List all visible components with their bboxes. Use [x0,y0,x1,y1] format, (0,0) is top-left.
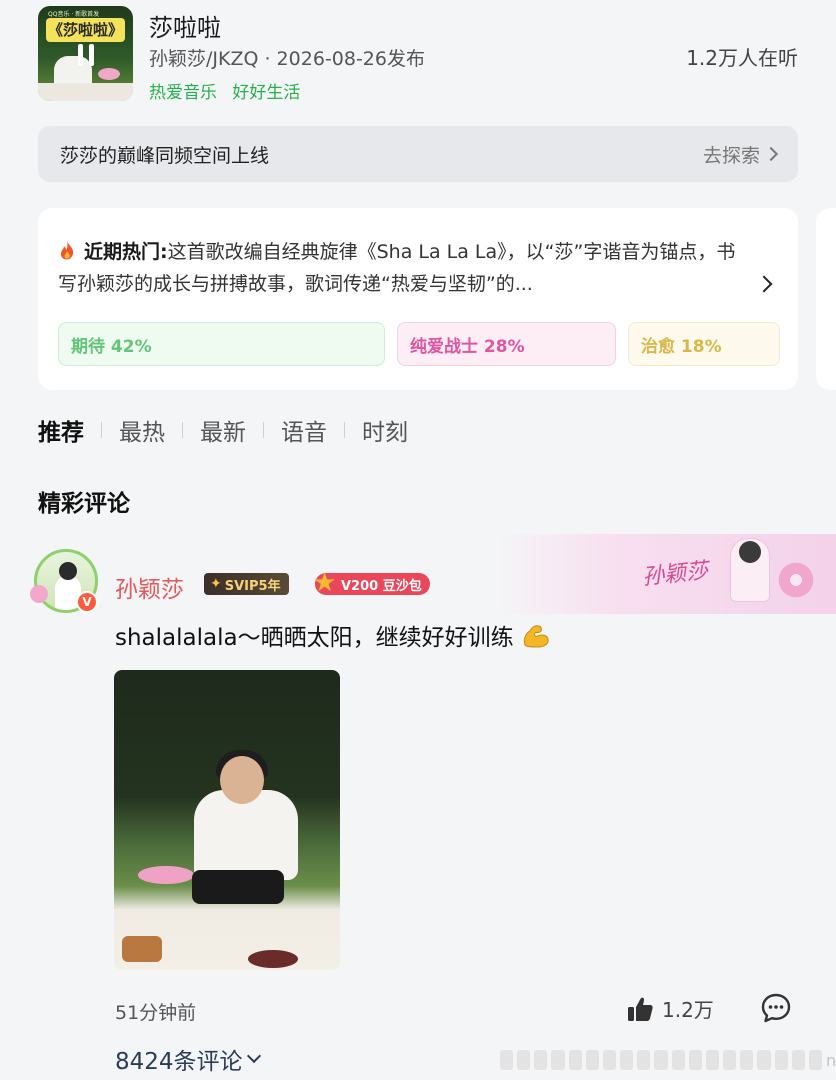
cover-tag: QQ音乐 · 新歌首发 [48,11,100,18]
space-banner[interactable]: 莎莎的巅峰同频空间上线 去探索 [38,126,798,182]
decoration-figure [730,538,770,602]
comment-body: shalalalala～晒晒太阳，继续好好训练 [115,625,514,651]
cover-mat [38,83,133,101]
photo-basket [122,936,162,962]
song-meta[interactable]: 孙颖莎/JKZQ · 2026-08-26发布 [149,44,425,71]
avatar[interactable]: V [30,545,102,617]
comment-photo[interactable] [114,670,340,970]
comment-tabs: 推荐 最热 最新 语音 时刻 [38,412,408,448]
tab-recommended[interactable]: 推荐 [38,413,84,447]
hot-summary-card[interactable]: 近期热门:这首歌改编自经典旋律《Sha La La La》，以“莎”字谐音为锚点… [38,208,798,390]
watermark-text: n [825,1050,836,1070]
cover-flower [98,68,120,80]
verified-badge: V [76,591,98,613]
mood-chip-healing[interactable]: 治愈 18% [628,322,780,366]
comment-count: 8424条评论 [115,1049,243,1075]
song-comments-page: QQ音乐 · 新歌首发 《莎啦啦》 莎啦啦 孙颖莎/JKZQ · 2026-08… [0,0,836,1080]
album-cover[interactable]: QQ音乐 · 新歌首发 《莎啦啦》 [38,6,133,101]
song-tags: 热爱音乐 好好生活 [149,78,310,103]
like-button[interactable]: 1.2万 [626,994,714,1023]
star-icon: ★ [313,568,337,598]
cover-title: 《莎啦啦》 [46,18,125,42]
mood-chips: 期待 42% 纯爱战士 28% 治愈 18% [58,322,780,366]
banner-text: 莎莎的巅峰同频空间上线 [60,144,270,167]
decoration-name: 孙颖莎 [641,558,710,591]
tab-hottest[interactable]: 最热 [119,413,165,447]
watermark: n [500,1046,836,1074]
tab-divider [344,422,345,438]
hot-summary: 近期热门:这首歌改编自经典旋律《Sha La La La》，以“莎”字谐音为锚点… [58,236,738,300]
comment-time: 51分钟前 [115,1002,197,1024]
thumbs-up-icon [628,997,653,1021]
svip-badge[interactable]: ✦ SVIP5年 [204,573,289,595]
photo-flower [138,866,194,884]
tab-divider [263,422,264,438]
flower-icon [776,560,816,600]
song-tag[interactable]: 热爱音乐 [149,83,217,103]
section-title: 精彩评论 [38,491,130,517]
flower-icon [30,585,48,603]
chevron-down-icon [246,1048,261,1064]
mood-chip-pure-love[interactable]: 纯爱战士 28% [397,322,616,366]
song-title: 莎啦啦 [149,14,221,42]
photo-plate [248,950,298,968]
reply-icon[interactable] [760,992,792,1024]
photo-person-head [220,756,264,804]
tab-moments[interactable]: 时刻 [362,413,408,447]
tab-divider [101,422,102,438]
fire-icon [60,241,74,260]
tab-voice[interactable]: 语音 [281,413,327,447]
hot-label: 近期热门: [84,241,168,263]
chevron-right-icon[interactable] [755,275,773,293]
flexed-biceps-icon [523,625,549,648]
pause-icon[interactable] [78,44,94,66]
next-card-peek[interactable] [816,208,836,390]
explore-label: 去探索 [702,144,760,167]
tab-divider [182,422,183,438]
song-header: QQ音乐 · 新歌首发 《莎啦啦》 莎啦啦 孙颖莎/JKZQ · 2026-08… [38,6,798,103]
comment-author[interactable]: 孙颖莎 [115,570,184,604]
song-tag[interactable]: 好好生活 [232,83,300,103]
comment-text: shalalalala～晒晒太阳，继续好好训练 [115,618,551,652]
svip-label: SVIP5年 [224,578,281,594]
mood-chip-expect[interactable]: 期待 42% [58,322,385,366]
explore-link[interactable]: 去探索 [702,141,779,168]
like-count: 1.2万 [662,998,714,1022]
comment-count-toggle[interactable]: 8424条评论 [115,1042,261,1076]
photo-person-legs [192,870,284,904]
svip-icon: ✦ [210,576,222,592]
listener-count: 1.2万人在听 [686,46,798,70]
chevron-right-icon [763,146,779,162]
tab-newest[interactable]: 最新 [200,413,246,447]
